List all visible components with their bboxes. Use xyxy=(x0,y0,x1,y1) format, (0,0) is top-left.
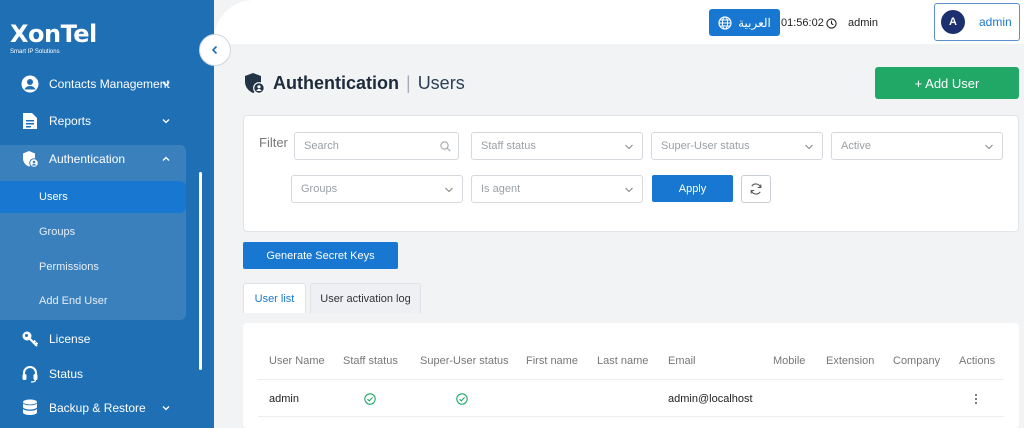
search-input[interactable] xyxy=(304,140,444,152)
top-username: admin xyxy=(848,17,878,29)
sidebar: XonTel Smart IP Solutions Contacts Manag… xyxy=(0,0,214,428)
staff-status-select[interactable]: Staff status xyxy=(471,132,643,160)
cell-email: admin@localhost xyxy=(668,393,753,405)
table-divider xyxy=(258,379,1004,380)
user-chip-name: admin xyxy=(979,15,1012,29)
table-divider xyxy=(258,416,1004,417)
globe-icon xyxy=(718,15,732,30)
reports-icon xyxy=(20,111,40,131)
active-value: Active xyxy=(841,140,871,152)
sidebar-item-reports[interactable]: Reports xyxy=(0,103,200,139)
column-header[interactable]: First name xyxy=(526,355,578,367)
groups-select[interactable]: Groups xyxy=(291,175,463,203)
active-select[interactable]: Active xyxy=(831,132,1003,160)
column-header[interactable]: Mobile xyxy=(773,355,805,367)
language-button[interactable]: العربية xyxy=(709,9,780,36)
column-header[interactable]: Email xyxy=(668,355,696,367)
chevron-down-icon xyxy=(625,187,633,193)
search-input-wrap[interactable] xyxy=(294,132,459,160)
sidebar-item-label: Status xyxy=(49,367,84,381)
sidebar-item-license[interactable]: License xyxy=(0,321,200,357)
sidebar-scrollbar[interactable] xyxy=(199,172,202,370)
submenu-item-permissions[interactable]: Permissions xyxy=(0,251,186,283)
chevron-down-icon xyxy=(162,119,170,124)
apply-button[interactable]: Apply xyxy=(652,175,733,202)
sidebar-item-status[interactable]: Status xyxy=(0,356,200,392)
title-separator: | xyxy=(406,72,411,93)
chevron-down-icon xyxy=(445,187,453,193)
xontel-logo[interactable]: XonTel Smart IP Solutions xyxy=(10,20,114,60)
key-icon xyxy=(20,329,40,349)
tab-user-list[interactable]: User list xyxy=(243,283,306,313)
refresh-icon xyxy=(750,183,762,195)
submenu-item-add-end-user[interactable]: Add End User xyxy=(0,285,186,317)
chevron-down-icon xyxy=(805,144,813,150)
sidebar-item-backup-restore[interactable]: Backup & Restore xyxy=(0,390,200,426)
superuser-status-value: Super-User status xyxy=(661,140,750,152)
chevron-down-icon xyxy=(162,82,170,87)
sidebar-item-label: Contacts Management xyxy=(49,77,170,91)
cell-username: admin xyxy=(269,393,299,405)
user-menu[interactable]: A admin xyxy=(934,3,1020,41)
logo-tagline: Smart IP Solutions xyxy=(10,49,60,55)
users-table xyxy=(243,323,1019,428)
clock-time: 01:56:02 xyxy=(781,17,824,29)
page-title: Authentication | Users xyxy=(243,72,465,94)
column-header: Actions xyxy=(959,355,996,367)
chevron-down-icon xyxy=(162,406,170,411)
language-label: العربية xyxy=(738,15,771,30)
authentication-submenu: Users Groups Permissions Add End User xyxy=(0,145,186,320)
clock-icon xyxy=(826,17,837,29)
staff-status-value: Staff status xyxy=(481,140,536,152)
chevron-left-icon xyxy=(211,45,218,55)
column-header[interactable]: Super-User status xyxy=(420,355,509,367)
avatar: A xyxy=(941,10,965,34)
column-header[interactable]: Staff status xyxy=(343,355,398,367)
column-header[interactable]: Company xyxy=(893,355,940,367)
logo-text: XonTel xyxy=(10,20,97,48)
sidebar-item-label: License xyxy=(49,332,91,346)
search-icon xyxy=(440,141,451,152)
check-circle-icon xyxy=(364,393,376,405)
filter-label: Filter xyxy=(259,135,288,150)
page-title-main: Authentication xyxy=(273,72,399,93)
refresh-button[interactable] xyxy=(741,175,771,203)
submenu-item-users[interactable]: Users xyxy=(0,181,186,213)
clock: 01:56:02 xyxy=(781,17,837,29)
chevron-down-icon xyxy=(625,144,633,150)
row-actions-menu-icon[interactable] xyxy=(972,392,980,406)
tab-user-activation-log[interactable]: User activation log xyxy=(310,283,421,313)
superuser-status-select[interactable]: Super-User status xyxy=(651,132,823,160)
sidebar-item-contacts-management[interactable]: Contacts Management xyxy=(0,66,200,102)
topbar xyxy=(214,0,1024,44)
submenu-item-groups[interactable]: Groups xyxy=(0,216,186,248)
groups-value: Groups xyxy=(301,183,338,195)
sidebar-item-label: Reports xyxy=(49,114,92,128)
check-circle-icon xyxy=(456,393,468,405)
is-agent-select[interactable]: Is agent xyxy=(471,175,643,203)
database-icon xyxy=(20,398,40,418)
shield-user-icon xyxy=(245,73,265,94)
sidebar-item-label: Backup & Restore xyxy=(49,401,146,415)
page-title-sub: Users xyxy=(417,72,465,93)
add-user-button[interactable]: + Add User xyxy=(875,67,1019,99)
is-agent-value: Is agent xyxy=(481,183,521,195)
collapse-sidebar-button[interactable] xyxy=(199,34,231,66)
generate-secret-keys-button[interactable]: Generate Secret Keys xyxy=(243,242,398,269)
headset-icon xyxy=(20,364,40,384)
chevron-down-icon xyxy=(985,144,993,150)
column-header[interactable]: Last name xyxy=(597,355,648,367)
column-header[interactable]: User Name xyxy=(269,355,325,367)
contacts-icon xyxy=(20,74,40,94)
column-header[interactable]: Extension xyxy=(826,355,874,367)
